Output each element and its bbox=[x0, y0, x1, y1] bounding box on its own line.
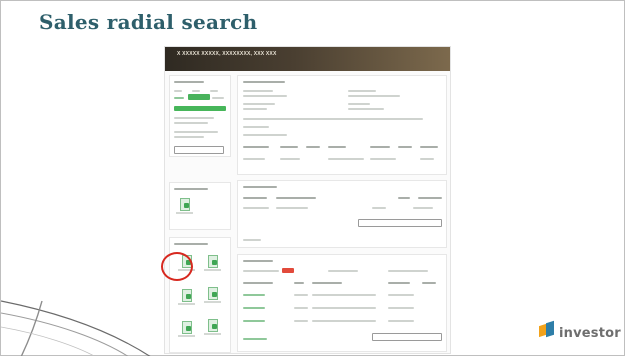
recent-sales-more-button[interactable] bbox=[372, 333, 442, 341]
embedded-screenshot: X XXXXX XXXXX, XXXXXXXX, XXX XXX bbox=[164, 46, 451, 354]
property-panel bbox=[237, 75, 447, 175]
document-icon[interactable] bbox=[204, 318, 221, 335]
slide-title: Sales radial search bbox=[39, 10, 258, 34]
filter-badge bbox=[282, 268, 294, 273]
estimate-value bbox=[188, 94, 210, 100]
estimate-button[interactable] bbox=[174, 106, 226, 111]
hero-banner: X XXXXX XXXXX, XXXXXXXX, XXX XXX bbox=[165, 47, 450, 71]
sales-panel bbox=[237, 180, 447, 248]
document-icon[interactable] bbox=[204, 286, 221, 303]
hero-address: X XXXXX XXXXX, XXXXXXXX, XXX XXX bbox=[177, 51, 277, 57]
logo-brand: investor bbox=[559, 326, 621, 341]
document-icon[interactable] bbox=[178, 288, 195, 305]
logo-mark-icon bbox=[538, 320, 556, 338]
approved-panel bbox=[169, 182, 231, 230]
chart-icon[interactable] bbox=[178, 320, 195, 337]
estimate-panel bbox=[169, 75, 231, 157]
document-icon[interactable] bbox=[176, 197, 193, 214]
recent-sales-panel bbox=[237, 254, 447, 352]
sales-more-button[interactable] bbox=[358, 219, 442, 227]
highlight-circle bbox=[161, 252, 193, 281]
estimate-input[interactable] bbox=[174, 146, 224, 154]
company-logo: investor bbox=[538, 319, 621, 341]
slide: Sales radial search X XXXXX XXXXX, XXXXX… bbox=[0, 0, 625, 356]
map-icon[interactable] bbox=[204, 254, 221, 271]
